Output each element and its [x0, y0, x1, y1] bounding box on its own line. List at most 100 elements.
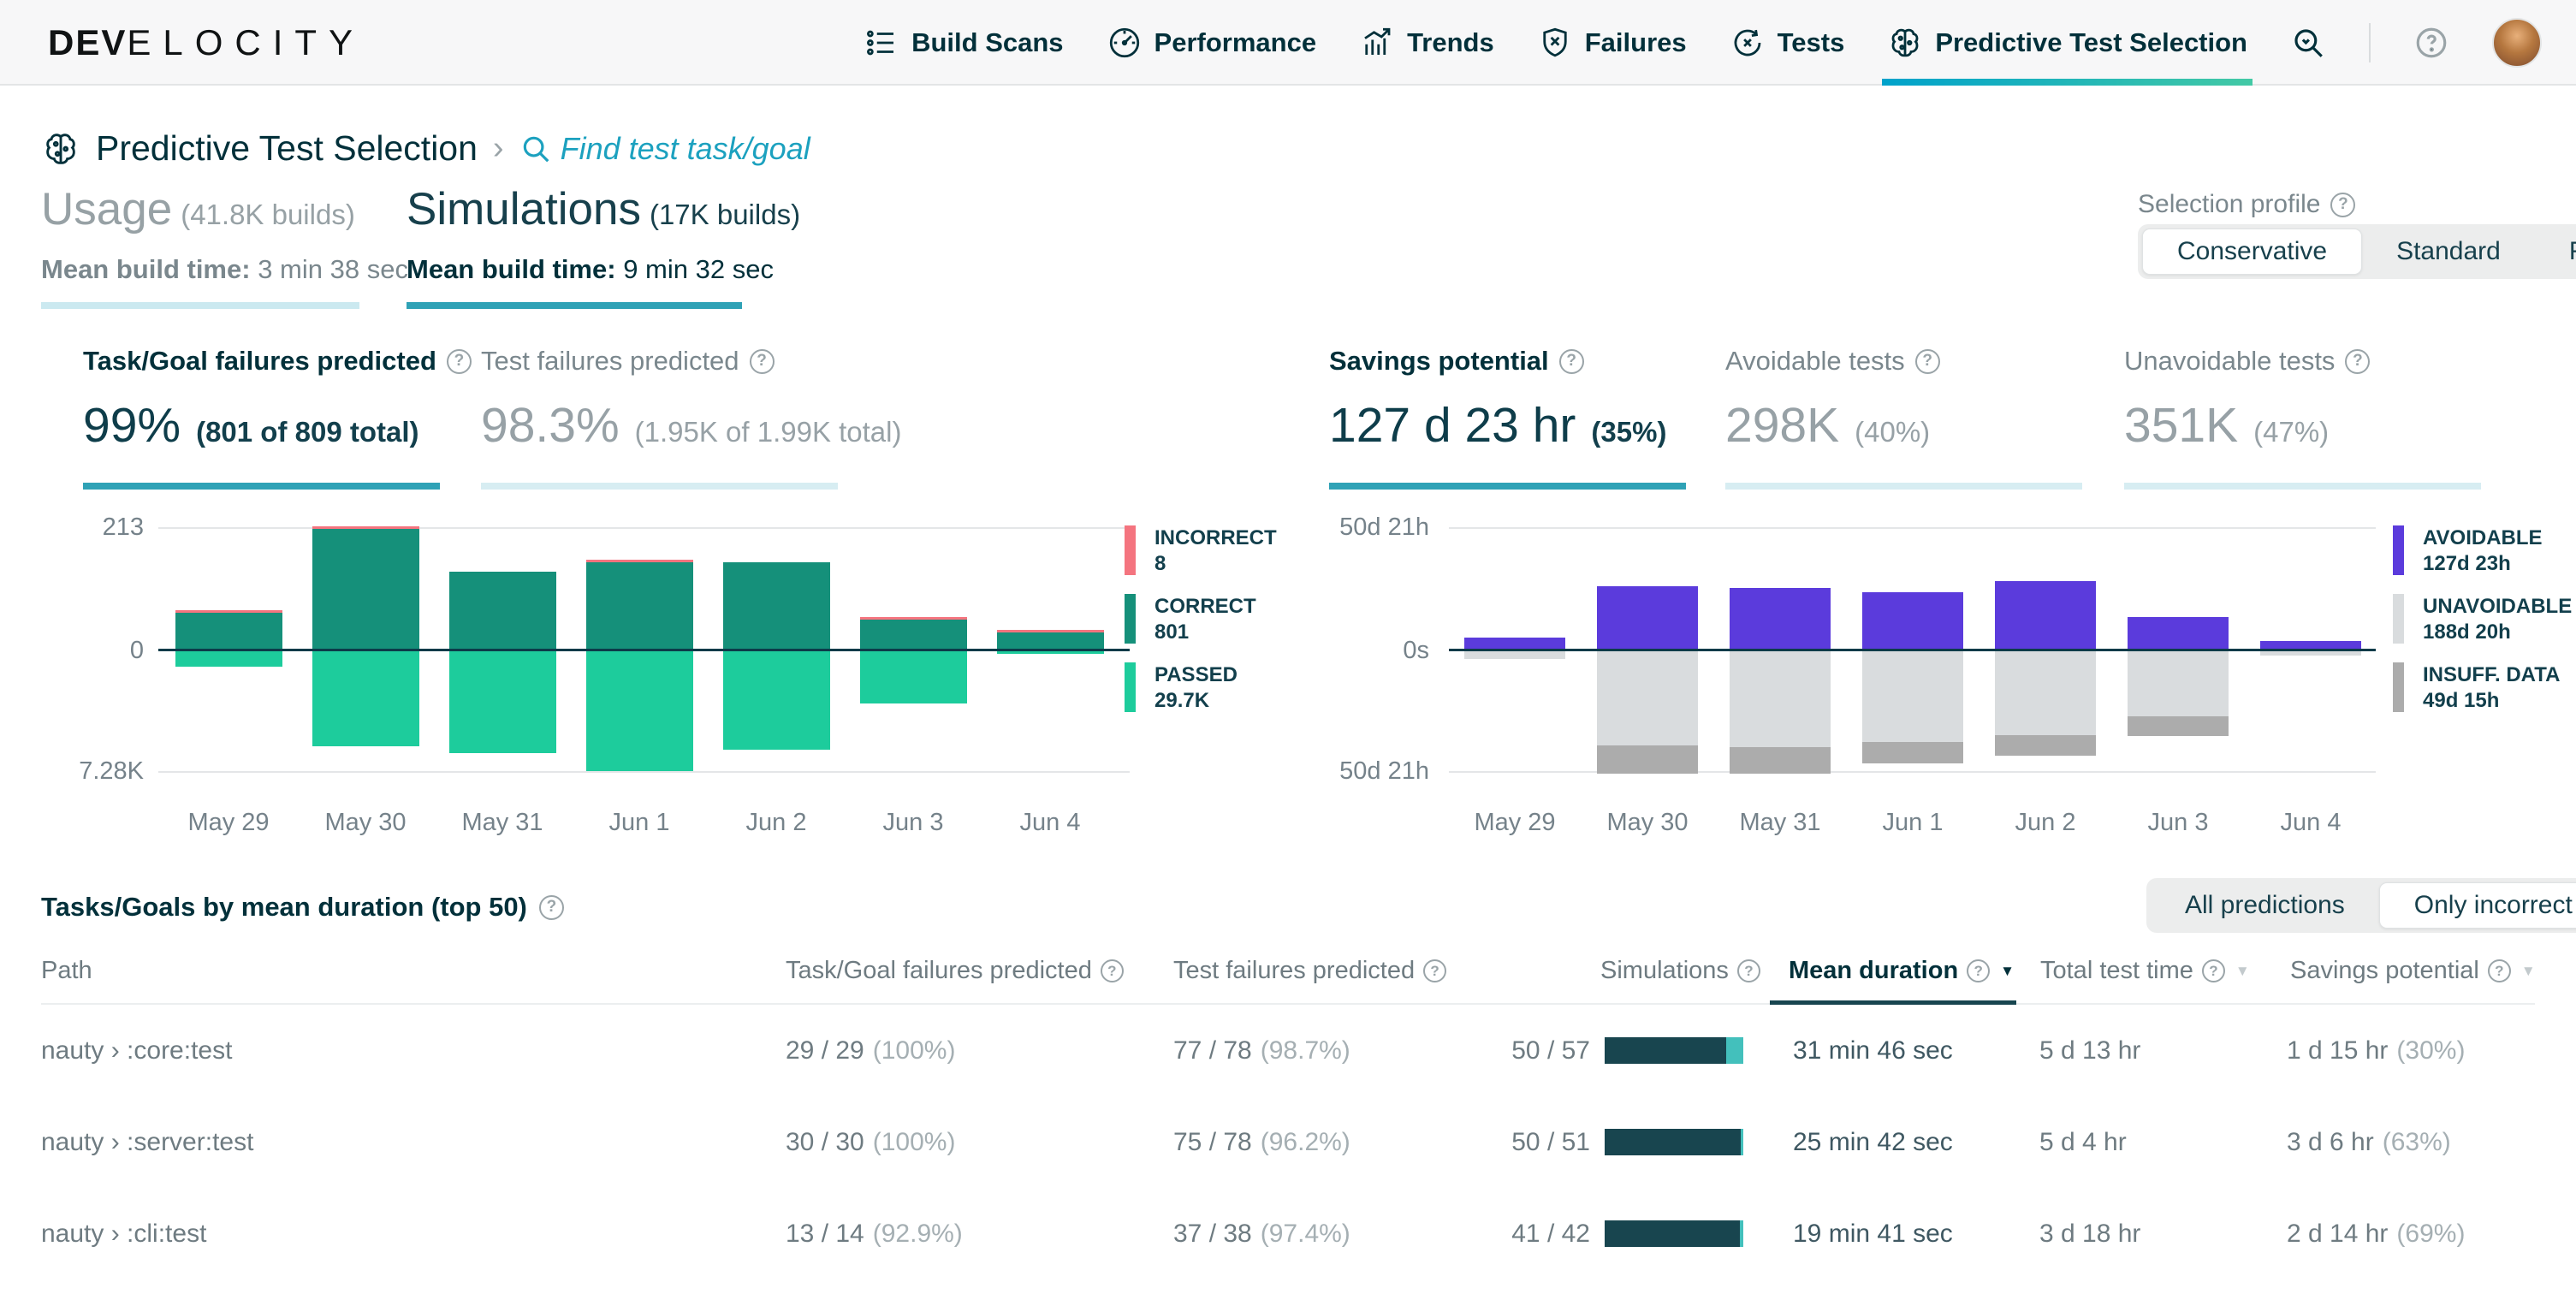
cell-simulations: 50 / 57 [1511, 1036, 1590, 1065]
kpi-help-icon[interactable]: ? [1558, 348, 1584, 374]
tab-usage-title: Usage [41, 184, 173, 234]
bar-above-zero[interactable] [312, 526, 419, 650]
nav-item-build-scans[interactable]: Build Scans [864, 0, 1064, 86]
develocity-logo[interactable]: DEV ELOCITY [48, 0, 365, 86]
predictions-legend: INCORRECT 8 CORRECT 801 PASSED 29.7K [1125, 525, 1277, 714]
bar-below-zero[interactable] [1730, 650, 1831, 774]
selection-profile-label: Selection profile ? [2138, 190, 2356, 219]
bar-above-zero[interactable] [1597, 586, 1698, 650]
column-help-icon[interactable]: ? [1423, 959, 1447, 982]
cell-path[interactable]: nauty › :server:test [41, 1096, 253, 1188]
bar-above-zero[interactable] [1862, 592, 1963, 650]
bar-below-zero[interactable] [312, 650, 419, 746]
column-header-mean-duration[interactable]: Mean duration? ▼ [1789, 957, 2015, 985]
tab-simulations[interactable]: Simulations (17K builds) Mean build time:… [407, 184, 800, 309]
bar-below-zero[interactable] [1597, 650, 1698, 774]
column-help-icon[interactable]: ? [1736, 959, 1760, 982]
avoidable-segment [1995, 581, 2096, 650]
table-row[interactable]: nauty › :server:test 30 / 30 (100%) 75 / … [41, 1096, 2535, 1188]
tab-usage[interactable]: Usage (41.8K builds) Mean build time: 3 m… [41, 184, 408, 309]
column-header-savings-potential[interactable]: Savings potential? ▼ [2290, 957, 2536, 985]
bar-above-zero[interactable] [996, 630, 1104, 650]
cell-path[interactable]: nauty › :cli:test [41, 1188, 206, 1279]
gridline-top [158, 527, 1130, 529]
nav-item-trends[interactable]: Trends [1359, 0, 1494, 86]
bar-above-zero[interactable] [1730, 588, 1831, 650]
zero-line [1449, 649, 2376, 651]
profile-option-fast[interactable]: Fast [2535, 229, 2576, 275]
table-row[interactable]: nauty › :cli:test 13 / 14 (92.9%) 37 / 38… [41, 1188, 2535, 1279]
unavoidable-segment [2128, 650, 2229, 716]
toggle-only-incorrect[interactable]: Only incorrect [2378, 882, 2576, 929]
table-row[interactable]: nauty › :core:test 29 / 29 (100%) 77 / 78… [41, 1005, 2535, 1096]
kpi-avoidable-tests[interactable]: Avoidable tests? 298K (40%) [1725, 346, 2082, 490]
insuff-data-segment [1730, 747, 1831, 774]
bar-above-zero[interactable] [2128, 617, 2229, 650]
bar-below-zero[interactable] [1862, 650, 1963, 763]
bar-above-zero[interactable] [859, 617, 967, 650]
bar-below-zero[interactable] [175, 650, 282, 667]
bar-above-zero[interactable] [448, 572, 556, 650]
tab-usage-underline [41, 302, 359, 309]
column-header-test-failures[interactable]: Test failures predicted? [1173, 957, 1447, 985]
column-help-icon[interactable]: ? [2487, 959, 2511, 982]
unavoidable-segment [1862, 650, 1963, 742]
find-test-task-link[interactable]: Find test task/goal [519, 131, 810, 167]
avoidable-segment [1862, 592, 1963, 650]
prediction-filter-toggle: All predictions Only incorrect [2146, 878, 2576, 933]
nav-item-predictive-test-selection[interactable]: Predictive Test Selection [1882, 0, 2253, 86]
bar-below-zero[interactable] [722, 650, 830, 750]
kpi-savings-potential[interactable]: Savings potential? 127 d 23 hr (35%) [1329, 346, 1686, 490]
kpi-underline [481, 483, 838, 490]
bar-above-zero[interactable] [1995, 581, 2096, 650]
bar-above-zero[interactable] [585, 560, 693, 650]
toggle-all-predictions[interactable]: All predictions [2151, 882, 2379, 929]
bar-below-zero[interactable] [585, 650, 693, 771]
column-header-total-test-time[interactable]: Total test time? ▼ [2040, 957, 2250, 985]
profile-option-conservative[interactable]: Conservative [2142, 229, 2363, 275]
column-help-icon[interactable]: ? [2201, 959, 2225, 982]
kpi-help-icon[interactable]: ? [2345, 348, 2371, 374]
kpi-help-icon[interactable]: ? [446, 348, 472, 374]
cell-path[interactable]: nauty › :core:test [41, 1005, 232, 1096]
x-axis-label: Jun 3 [882, 809, 944, 836]
search-button[interactable] [2290, 25, 2326, 61]
kpi-test-failures-predicted[interactable]: Test failures predicted? 98.3% (1.95K of … [481, 346, 901, 490]
selection-profile-help-icon[interactable]: ? [2330, 192, 2356, 217]
bar-below-zero[interactable] [448, 650, 556, 753]
correct-segment [859, 620, 967, 650]
bar-below-zero[interactable] [859, 650, 967, 703]
profile-option-standard[interactable]: Standard [2362, 229, 2535, 275]
kpi-help-icon[interactable]: ? [1914, 348, 1940, 374]
bar-below-zero[interactable] [1464, 650, 1565, 659]
nav-item-tests[interactable]: Tests [1730, 0, 1844, 86]
tab-simulations-builds: (17K builds) [649, 199, 801, 230]
bar-below-zero[interactable] [1995, 650, 2096, 756]
user-avatar[interactable] [2492, 18, 2542, 68]
column-help-icon[interactable]: ? [1967, 959, 1991, 982]
kpi-unavoidable-tests[interactable]: Unavoidable tests? 351K (47%) [2124, 346, 2481, 490]
nav-label: Predictive Test Selection [1935, 27, 2247, 57]
bar-below-zero[interactable] [2128, 650, 2229, 736]
x-axis-label: May 31 [1739, 809, 1821, 836]
build-scans-icon [867, 30, 894, 56]
table-title-help-icon[interactable]: ? [538, 894, 564, 920]
kpi-help-icon[interactable]: ? [749, 348, 775, 374]
help-button[interactable] [2413, 25, 2449, 61]
x-axis-label: Jun 2 [2015, 809, 2076, 836]
nav-item-failures[interactable]: Failures [1537, 0, 1687, 86]
column-header-path: Path [41, 957, 92, 984]
column-header-task-goal-failures[interactable]: Task/Goal failures predicted? [786, 957, 1124, 985]
bar-above-zero[interactable] [175, 610, 282, 650]
trends-icon [1364, 27, 1391, 55]
tab-simulations-underline [407, 302, 742, 309]
kpi-task-goal-failures-predicted[interactable]: Task/Goal failures predicted? 99% (801 of… [83, 346, 472, 490]
avoidable-segment [1730, 588, 1831, 650]
nav-item-performance[interactable]: Performance [1107, 0, 1316, 86]
bar-above-zero[interactable] [722, 562, 830, 650]
column-help-icon[interactable]: ? [1100, 959, 1124, 982]
passed-segment [859, 650, 967, 703]
simulations-bar [1605, 1037, 1743, 1064]
column-header-simulations[interactable]: Simulations? [1600, 957, 1760, 985]
find-test-task-label: Find test task/goal [560, 130, 810, 166]
